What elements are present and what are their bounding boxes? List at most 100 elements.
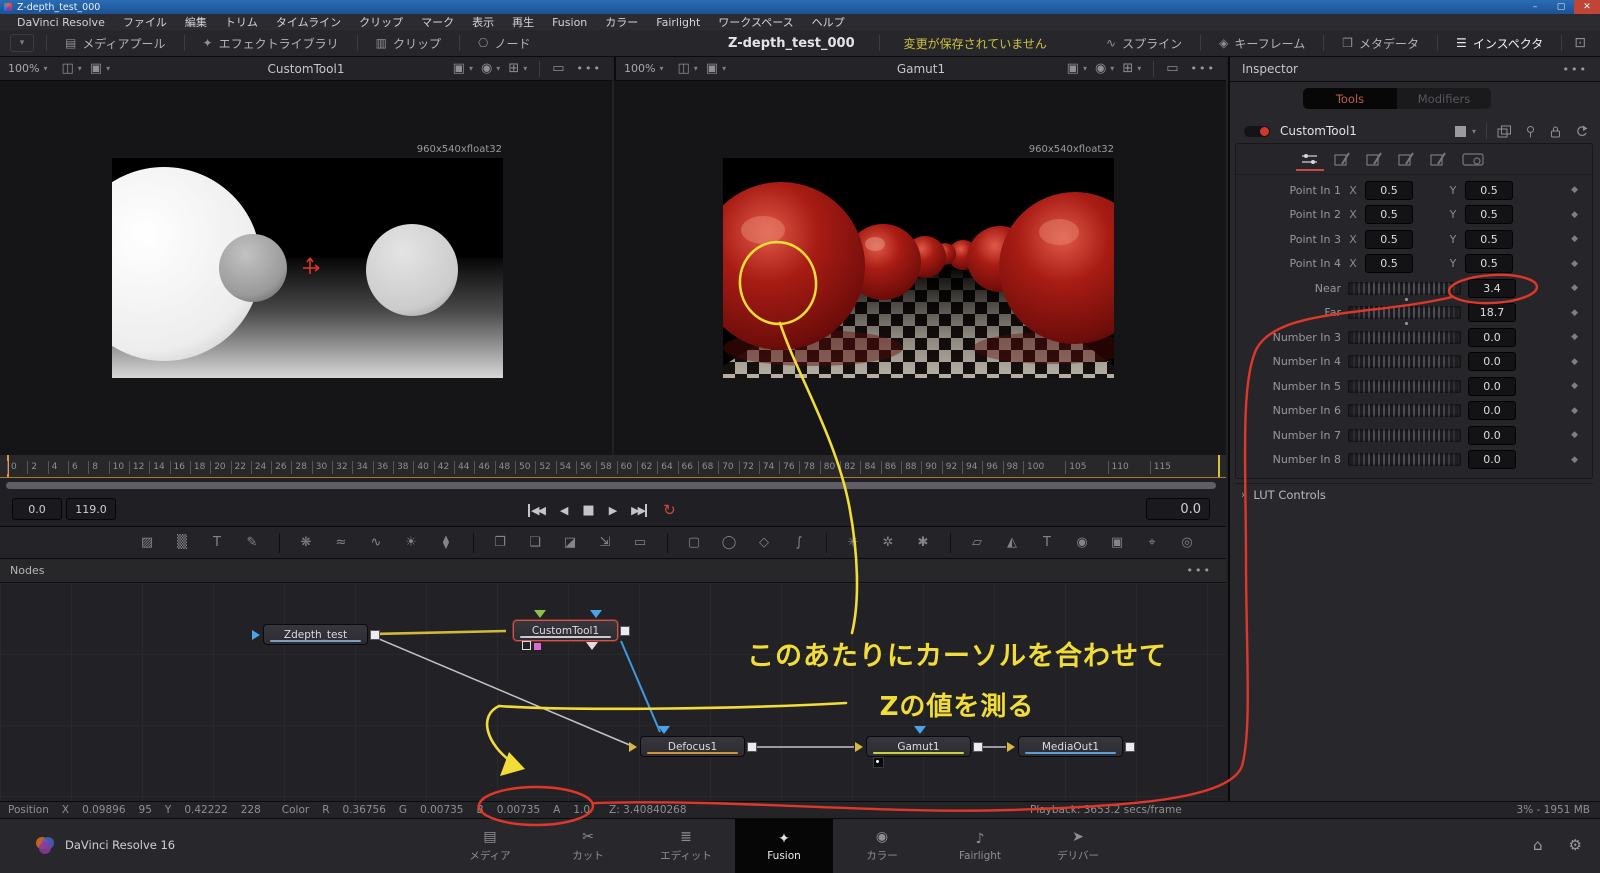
timeline-ruler[interactable]: 0246810121416182022242628303234363840424… bbox=[0, 455, 1226, 478]
keyframe-diamond-icon[interactable]: ◆ bbox=[1571, 430, 1578, 440]
reset-icon[interactable] bbox=[1574, 125, 1588, 138]
menu-[interactable]: クリップ bbox=[350, 14, 412, 30]
controls-tab-icon[interactable] bbox=[1300, 151, 1320, 170]
menu-[interactable]: ワークスペース bbox=[709, 14, 802, 30]
viewer-right-options-icon[interactable]: ••• bbox=[1191, 62, 1216, 75]
value-field[interactable]: 0.0 bbox=[1468, 328, 1516, 347]
node-defocus1[interactable]: Defocus1 bbox=[640, 736, 745, 757]
keyframe-diamond-icon[interactable]: ◆ bbox=[1571, 283, 1578, 293]
text-plus-tool-icon[interactable]: T bbox=[205, 532, 229, 554]
loop-button[interactable]: ↻ bbox=[663, 501, 676, 519]
keyframes-button[interactable]: ◈キーフレーム bbox=[1213, 35, 1311, 52]
page-tab-[interactable]: ◉カラー bbox=[833, 819, 931, 873]
keyframe-diamond-icon[interactable]: ◆ bbox=[1571, 210, 1578, 220]
thumbwheel-slider[interactable] bbox=[1348, 404, 1461, 417]
thumbwheel-slider[interactable] bbox=[1348, 282, 1461, 295]
home-icon[interactable]: ⌂ bbox=[1533, 836, 1543, 854]
text-3d-tool-icon[interactable]: T bbox=[1035, 532, 1059, 554]
metadata-button[interactable]: ❒メタデータ bbox=[1336, 35, 1425, 52]
thumbwheel-slider[interactable] bbox=[1348, 331, 1461, 344]
nodes-button[interactable]: ⎔ノード bbox=[472, 35, 537, 52]
node-output-icon[interactable] bbox=[370, 630, 380, 640]
node-top-input-icon[interactable] bbox=[534, 610, 546, 618]
thumbwheel-slider[interactable] bbox=[1348, 429, 1461, 442]
go-to-start-button[interactable]: ◀◀ bbox=[528, 504, 544, 517]
value-field-y[interactable]: 0.5 bbox=[1465, 254, 1513, 273]
menu-fairlight[interactable]: Fairlight bbox=[647, 16, 709, 29]
image-plane-3d-tool-icon[interactable]: ▱ bbox=[965, 532, 989, 554]
node-input-icon[interactable] bbox=[252, 630, 260, 640]
settings-gear-icon[interactable]: ⚙ bbox=[1569, 836, 1582, 854]
media-pool-button[interactable]: ▤メディアプール bbox=[59, 35, 172, 52]
thumbwheel-slider[interactable] bbox=[1348, 306, 1461, 319]
node-input-icon[interactable] bbox=[629, 742, 637, 752]
versions-icon[interactable] bbox=[1497, 125, 1512, 138]
menu-[interactable]: 再生 bbox=[503, 14, 543, 30]
node-input-icon[interactable] bbox=[855, 742, 863, 752]
color-management-icon[interactable]: ◉▾ bbox=[1095, 62, 1114, 75]
value-field-x[interactable]: 0.5 bbox=[1365, 205, 1413, 224]
value-field[interactable]: 0.0 bbox=[1468, 377, 1516, 396]
keyframe-diamond-icon[interactable]: ◆ bbox=[1571, 381, 1578, 391]
menu-[interactable]: タイムライン bbox=[267, 14, 350, 30]
hue-curves-tool-icon[interactable]: ∿ bbox=[364, 532, 388, 554]
menu-[interactable]: トリム bbox=[216, 14, 267, 30]
play-reverse-button[interactable]: ◀ bbox=[560, 504, 566, 517]
expand-viewer-icon[interactable]: ▭ bbox=[1166, 62, 1178, 75]
current-time-field[interactable]: 0.0 bbox=[1146, 498, 1210, 520]
ellipse-mask-tool-icon[interactable]: ◯ bbox=[717, 532, 741, 554]
blur-tool-icon[interactable]: ⧫ bbox=[434, 532, 458, 554]
merge-tool-icon[interactable]: ❐ bbox=[488, 532, 512, 554]
node-enable-toggle[interactable] bbox=[1244, 126, 1270, 137]
keyframe-diamond-icon[interactable]: ◆ bbox=[1571, 357, 1578, 367]
play-button[interactable]: ▶ bbox=[609, 504, 615, 517]
channel-booleans-tool-icon[interactable]: ❏ bbox=[523, 532, 547, 554]
menu-[interactable]: カラー bbox=[596, 14, 647, 30]
script-tab-icon[interactable] bbox=[1366, 152, 1384, 170]
menu-davinci-resolve[interactable]: DaVinci Resolve bbox=[8, 16, 114, 29]
proxy-icon[interactable]: ▣▾ bbox=[90, 62, 110, 75]
viewer-left-canvas[interactable]: 960x540xfloat32 bbox=[0, 81, 612, 455]
node-customtool1[interactable]: CustomTool1 bbox=[513, 620, 618, 641]
color-corrector-tool-icon[interactable]: ❋ bbox=[294, 532, 318, 554]
node-gamut1[interactable]: Gamut1 bbox=[866, 736, 971, 757]
grid-icon[interactable]: ⊞▾ bbox=[1122, 62, 1141, 75]
viewer-right-canvas[interactable]: 960x540xfloat32 bbox=[614, 81, 1226, 455]
value-field-x[interactable]: 0.5 bbox=[1365, 181, 1413, 200]
particle-merge-tool-icon[interactable]: ✲ bbox=[876, 532, 900, 554]
resize-tool-icon[interactable]: ⇲ bbox=[593, 532, 617, 554]
menu-fusion[interactable]: Fusion bbox=[543, 16, 596, 29]
viewer-left-zoom-select[interactable]: 100%▾ bbox=[8, 62, 47, 75]
node-output-icon[interactable] bbox=[1125, 742, 1135, 752]
node-graph[interactable]: Zdepth_testCustomTool1Defocus1Gamut1Medi… bbox=[0, 583, 1226, 801]
split-view-icon[interactable]: ◫▾ bbox=[61, 62, 81, 75]
tab-modifiers[interactable]: Modifiers bbox=[1397, 88, 1491, 109]
pin-icon[interactable] bbox=[1524, 125, 1537, 138]
go-to-end-button[interactable]: ▶▶ bbox=[631, 504, 647, 517]
color-management-icon[interactable]: ◉▾ bbox=[481, 62, 500, 75]
menu-[interactable]: ヘルプ bbox=[803, 14, 854, 30]
fast-noise-tool-icon[interactable]: ▒ bbox=[170, 532, 194, 554]
node-input-icon[interactable] bbox=[1007, 742, 1015, 752]
menu-[interactable]: マーク bbox=[412, 14, 463, 30]
spline-button[interactable]: ∿スプライン bbox=[1100, 35, 1188, 52]
value-field[interactable]: 3.4 bbox=[1468, 279, 1516, 298]
range-end-field[interactable]: 119.0 bbox=[66, 498, 116, 520]
node-output-icon[interactable] bbox=[973, 742, 983, 752]
particle-render-tool-icon[interactable]: ✱ bbox=[911, 532, 935, 554]
minimize-button[interactable]: – bbox=[1522, 0, 1548, 14]
node-top-input-icon[interactable] bbox=[914, 726, 926, 734]
keyframe-diamond-icon[interactable]: ◆ bbox=[1571, 185, 1578, 195]
inspector-button[interactable]: ☰インスペクタ bbox=[1450, 35, 1549, 52]
value-field-y[interactable]: 0.5 bbox=[1465, 230, 1513, 249]
paint-tool-icon[interactable]: ✎ bbox=[240, 532, 264, 554]
camera-3d-tool-icon[interactable]: ◎ bbox=[1175, 532, 1199, 554]
background-tool-icon[interactable]: ▨ bbox=[135, 532, 159, 554]
bspline-mask-tool-icon[interactable]: ∫ bbox=[787, 532, 811, 554]
split-view-icon[interactable]: ◫▾ bbox=[677, 62, 697, 75]
value-field-x[interactable]: 0.5 bbox=[1365, 230, 1413, 249]
rectangle-mask-tool-icon[interactable]: ▢ bbox=[682, 532, 706, 554]
effects-library-button[interactable]: ✦エフェクトライブラリ bbox=[197, 35, 345, 52]
chevron-down-icon[interactable]: ▾ bbox=[10, 34, 34, 52]
thumbwheel-slider[interactable] bbox=[1348, 380, 1461, 393]
